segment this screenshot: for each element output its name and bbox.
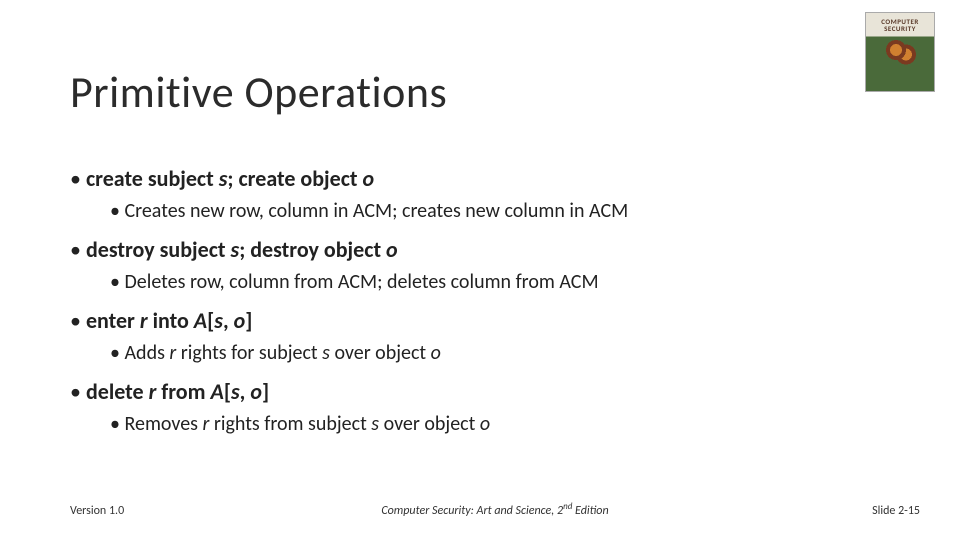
slide-title: Primitive Operations — [70, 65, 447, 119]
footer-book-title: Computer Security: Art and Science, 2nd … — [70, 501, 920, 518]
bullet-delete: delete r from A[s, o] — [70, 376, 900, 408]
logo-line2: SECURITY — [866, 25, 934, 32]
footer-slide-number: Slide 2-15 — [872, 504, 920, 518]
bullet-enter-sub: Adds r rights for subject s over object … — [110, 339, 900, 368]
slide: COMPUTER SECURITY Primitive Operations c… — [0, 0, 960, 540]
bullet-destroy-sub: Deletes row, column from ACM; deletes co… — [110, 268, 900, 297]
bullet-enter: enter r into A[s, o] — [70, 305, 900, 337]
book-cover-logo: COMPUTER SECURITY — [865, 12, 935, 92]
bullet-create: create subject s; create object o — [70, 163, 900, 195]
bullet-destroy: destroy subject s; destroy object o — [70, 234, 900, 266]
butterfly-icon — [880, 38, 920, 68]
slide-body: create subject s; create object o Create… — [70, 155, 900, 439]
bullet-delete-sub: Removes r rights from subject s over obj… — [110, 410, 900, 439]
bullet-create-sub: Creates new row, column in ACM; creates … — [110, 197, 900, 226]
